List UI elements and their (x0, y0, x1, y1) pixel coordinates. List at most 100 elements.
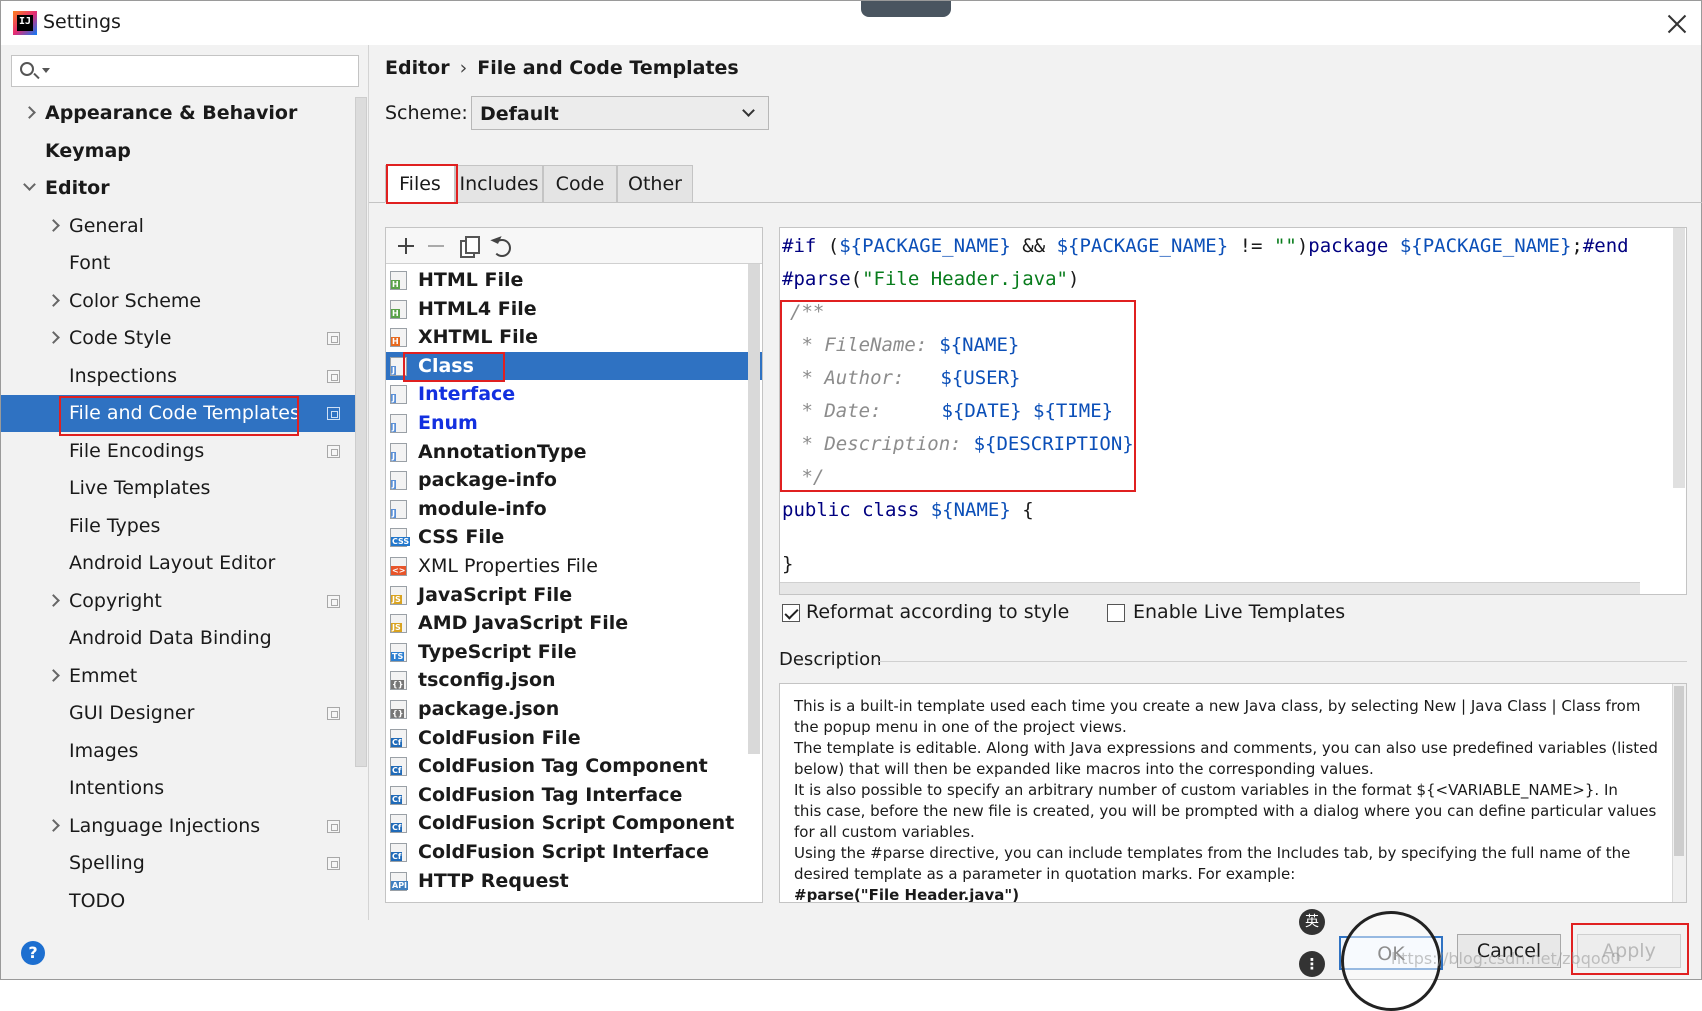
sidebar-item-spelling[interactable]: Spelling (1, 845, 367, 882)
sidebar-item-appearance-behavior[interactable]: Appearance & Behavior (1, 95, 367, 132)
template-item[interactable]: Jmodule-info (386, 495, 762, 523)
coldfusion-icon: Cf (390, 785, 407, 805)
sidebar-item-emmet[interactable]: Emmet (1, 658, 367, 695)
editor-vertical-scrollbar[interactable] (1673, 228, 1685, 488)
code-line-1: #if (${PACKAGE_NAME} && ${PACKAGE_NAME} … (782, 235, 1629, 257)
sidebar-item-color-scheme[interactable]: Color Scheme (1, 283, 367, 320)
breadcrumb-separator: › (459, 57, 468, 79)
template-item[interactable]: Cf ColdFusion Tag Interface (386, 781, 762, 809)
coldfusion-icon: Cf (390, 757, 407, 777)
reformat-label[interactable]: Reformat according to style (806, 601, 1069, 623)
template-item[interactable]: CSS CSS File (386, 523, 762, 551)
copy-template-icon[interactable] (458, 236, 480, 258)
xml-file-icon: <> (390, 557, 407, 576)
sidebar-item-keymap[interactable]: Keymap (1, 133, 367, 170)
help-icon[interactable]: ? (21, 941, 45, 965)
chevron-right-icon[interactable] (47, 593, 60, 607)
sidebar-item-editor[interactable]: Editor (1, 170, 367, 207)
sidebar-item-code-style[interactable]: Code Style (1, 320, 367, 357)
chevron-down-icon[interactable] (23, 178, 36, 191)
template-item[interactable]: JS AMD JavaScript File (386, 609, 762, 637)
sidebar-item-gui-designer[interactable]: GUI Designer (1, 695, 367, 732)
sidebar-item-label: Spelling (69, 852, 145, 874)
template-item[interactable]: Cf ColdFusion Script Component (386, 809, 762, 837)
sidebar-item-label: Android Data Binding (69, 627, 272, 649)
sidebar-item-font[interactable]: Font (1, 245, 367, 282)
template-label: AMD JavaScript File (418, 612, 629, 635)
description-title: Description (779, 649, 882, 670)
sidebar-item-label: Language Injections (69, 814, 261, 837)
template-item[interactable]: TS TypeScript File (386, 638, 762, 666)
sidebar-item-language-injections[interactable]: Language Injections (1, 808, 367, 845)
xhtml-file-icon: H (390, 328, 407, 348)
template-item[interactable]: H XHTML File (386, 323, 762, 351)
settings-sidebar: Appearance & Behavior Keymap Editor General… (1, 45, 369, 920)
chevron-right-icon[interactable] (23, 106, 36, 119)
sidebar-item-label: File Encodings (69, 439, 205, 462)
sidebar-item-live-templates[interactable]: Live Templates (1, 470, 367, 507)
template-label: HTTP Request (418, 869, 569, 892)
breadcrumb-parent[interactable]: Editor (385, 57, 450, 79)
chevron-right-icon[interactable] (47, 818, 60, 832)
template-label: JavaScript File (418, 583, 573, 606)
template-item[interactable]: Cf ColdFusion File (386, 724, 762, 752)
sidebar-item-file-encodings[interactable]: File Encodings (1, 433, 367, 470)
add-template-icon[interactable] (396, 236, 416, 256)
template-item[interactable]: {} tsconfig.json (386, 666, 762, 694)
template-item[interactable]: API HTTP Request (386, 867, 762, 895)
template-item[interactable]: H HTML File (386, 266, 762, 294)
search-history-dropdown-icon[interactable] (42, 68, 50, 73)
ts-file-icon: TS (390, 642, 407, 662)
settings-search-input[interactable] (11, 55, 359, 87)
sidebar-item-copyright[interactable]: Copyright (1, 583, 367, 620)
description-line: for all custom variables. (794, 823, 975, 841)
template-item[interactable]: {} package.json (386, 695, 762, 723)
chevron-right-icon[interactable] (47, 293, 60, 307)
template-toolbar (386, 228, 762, 264)
sidebar-item-images[interactable]: Images (1, 733, 367, 770)
sidebar-item-intentions[interactable]: Intentions (1, 770, 367, 807)
template-item[interactable]: J Enum (386, 409, 762, 437)
description-scroll-thumb[interactable] (1674, 686, 1684, 856)
template-item[interactable]: Cf ColdFusion Script Interface (386, 838, 762, 866)
sidebar-item-android-data-binding[interactable]: Android Data Binding (1, 620, 367, 657)
tab-includes[interactable]: Includes (455, 165, 543, 203)
breadcrumb-current: File and Code Templates (477, 57, 739, 79)
sidebar-item-todo[interactable]: TODO (1, 883, 367, 920)
top-drag-handle (861, 1, 951, 17)
settings-dialog: IJ Settings Appearance & Behavior Keymap E… (0, 0, 1702, 1011)
template-item[interactable]: <> XML Properties File (386, 552, 762, 580)
template-list-scrollbar[interactable] (748, 264, 760, 754)
template-item[interactable]: JS JavaScript File (386, 581, 762, 609)
tab-code[interactable]: Code (543, 165, 617, 203)
java-file-icon: J (390, 471, 407, 491)
reformat-checkbox[interactable] (782, 604, 800, 622)
template-item[interactable]: J AnnotationType (386, 438, 762, 466)
sidebar-item-inspections[interactable]: Inspections (1, 358, 367, 395)
remove-template-icon[interactable] (426, 236, 446, 256)
sidebar-item-file-types[interactable]: File Types (1, 508, 367, 545)
template-item[interactable]: J Interface (386, 380, 762, 408)
template-item[interactable]: H HTML4 File (386, 295, 762, 323)
project-scope-icon (327, 594, 340, 608)
tab-other[interactable]: Other (617, 165, 693, 203)
template-item[interactable]: Jpackage-info (386, 466, 762, 494)
sidebar-item-android-layout-editor[interactable]: Android Layout Editor (1, 545, 367, 582)
chevron-right-icon[interactable] (47, 218, 60, 232)
live-templates-checkbox[interactable] (1107, 604, 1125, 622)
sidebar-item-label: TODO (69, 889, 126, 912)
editor-horizontal-scrollbar[interactable] (780, 582, 1640, 594)
sidebar-scrollbar[interactable] (355, 97, 367, 767)
ime-language-icon[interactable]: 英 (1299, 909, 1325, 935)
chevron-right-icon[interactable] (47, 331, 60, 344)
template-item[interactable]: Cf ColdFusion Tag Component (386, 752, 762, 780)
coldfusion-icon: Cf (390, 814, 407, 834)
reset-template-icon[interactable] (490, 236, 511, 257)
close-icon[interactable] (1665, 12, 1689, 36)
template-label: Enum (418, 412, 478, 434)
scheme-dropdown[interactable]: Default (471, 96, 769, 130)
ime-menu-icon[interactable]: ⋮ (1299, 951, 1325, 977)
chevron-right-icon[interactable] (47, 668, 60, 682)
live-templates-label[interactable]: Enable Live Templates (1133, 601, 1345, 623)
sidebar-item-general[interactable]: General (1, 208, 367, 245)
